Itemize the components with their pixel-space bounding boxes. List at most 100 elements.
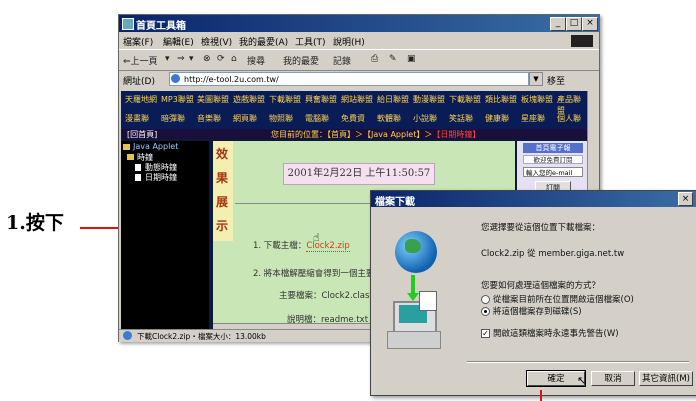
section-title: 效 果 展 示 [213,141,233,241]
open-option-radio[interactable] [481,295,490,304]
nav-link[interactable]: 個人聯 [557,113,581,124]
title-char: 展 [216,195,229,209]
toolbar: ⇐上一頁 ▾ ⇒ ▾ ⊗ ⟳ ⌂ 搜尋 我的最愛 記錄 ⎙ ✎ ▣ [119,49,599,71]
discuss-icon[interactable]: ▣ [407,54,416,64]
home-link[interactable]: [回首頁] [127,129,157,140]
tree-item[interactable]: 日期時鐘 [145,172,177,183]
step-annotation: 1.按下 [6,212,64,234]
stop-icon[interactable]: ⊗ [203,54,211,64]
step-1: 1. 下載主檔：Clock2.zip [253,239,350,252]
address-label: 網址(D) [123,77,155,87]
folder-icon [123,144,130,150]
main-file-label: 主要檔案：Clock2.class [279,291,374,301]
globe-icon [395,231,437,273]
save-option-label[interactable]: 將這個檔案存到磁碟(S) [493,305,582,317]
dialog-title: 檔案下載 [375,197,415,208]
nav-link[interactable]: 漫畫聯 [125,113,149,124]
folder-icon [127,154,134,160]
step-2: 2. 將本檔解壓縮會得到一個主要 [253,269,375,279]
menu-bar: 檔案(F) 編輯(E) 檢視(V) 我的最愛(A) 工具(T) 說明(H) [119,33,599,48]
nav-link[interactable]: 給日聯盟 [377,94,409,105]
nav-link[interactable]: 電腦聯 [305,113,329,124]
warn-checkbox[interactable]: ✓ [481,329,490,338]
nav-link[interactable]: 動漫聯盟 [413,94,445,105]
dialog-divider [467,361,689,363]
nav-link[interactable]: 笑話聯 [449,113,473,124]
nav-link[interactable]: 類比聯盟 [485,94,517,105]
nav-link[interactable]: 星座聯 [521,113,545,124]
minimize-button[interactable]: _ [550,17,566,31]
nav-link[interactable]: 音樂聯 [197,113,221,124]
computer-base-icon [387,331,441,349]
maximize-button[interactable]: □ [566,17,582,31]
nav-link[interactable]: 下載聯盟 [449,94,481,105]
home-icon[interactable]: ⌂ [231,54,237,64]
title-bar: 首頁工具箱 _ □ × [119,15,599,32]
title-char: 示 [216,219,229,233]
back-button[interactable]: ⇐上一頁 [123,54,158,67]
nav-link[interactable]: 小說聯 [413,113,437,124]
nav-link[interactable]: 網頁聯 [233,113,257,124]
close-icon[interactable]: × [678,192,693,206]
nav-link[interactable]: 免費資 [341,113,365,124]
nav-link[interactable]: 板塊聯盟 [521,94,553,105]
folder-tree: Java Applet 時鐘 動態時鐘 日期時鐘 [121,141,209,331]
history-button[interactable]: 記錄 [333,54,351,67]
menu-edit[interactable]: 編輯(E) [163,35,194,48]
nav-link[interactable]: 興奮聯盟 [305,94,337,105]
open-option-label[interactable]: 從檔案目前所在位置開啟這個檔案(O) [493,293,634,305]
back-dropdown-icon[interactable]: ▾ [165,54,170,64]
breadcrumb-path: 您目前的位置：【首頁】＞【Java Applet】＞【日期時鐘】 [271,129,480,140]
nav-link[interactable]: 下載聯盟 [269,94,301,105]
cancel-button[interactable]: 取消 [591,371,635,386]
dialog-title-bar: 檔案下載 × [371,191,696,208]
address-bar: 網址(D) http://e-tool.2u.com.tw/ ▼ 移至 [119,71,599,89]
nav-link[interactable]: 軟體聯 [377,113,401,124]
newsletter-title: 首頁電子報 [523,143,583,153]
warn-checkbox-label[interactable]: 開啟這類檔案時永遠事先警告(W) [493,327,619,339]
nav-link[interactable]: 物照聯 [269,113,293,124]
newsletter-subtitle: 歡迎免費訂閱 [523,155,583,164]
go-button[interactable]: 移至 [547,74,565,87]
nav-link[interactable]: 美圖聯盟 [197,94,229,105]
file-icon [419,291,437,311]
ie-icon [122,18,134,30]
more-info-button[interactable]: 其它資訊(M) [639,371,693,386]
windows-flag-icon [571,35,593,47]
email-field[interactable]: 輸入您的e-mail [523,167,583,177]
title-char: 果 [216,171,229,185]
close-button[interactable]: × [582,17,598,31]
forward-dropdown-icon[interactable]: ▾ [189,54,194,64]
favorites-button[interactable]: 我的最愛 [283,54,319,67]
doc-icon [135,174,141,181]
address-dropdown-icon[interactable]: ▼ [529,72,543,86]
print-icon[interactable]: ⎙ [371,54,378,64]
menu-view[interactable]: 檢視(V) [201,35,232,48]
nav-link[interactable]: 遊戲聯盟 [233,94,265,105]
save-option-radio[interactable] [481,307,490,316]
forward-button[interactable]: ⇒ [177,54,185,64]
ie-icon [123,331,132,340]
menu-file[interactable]: 檔案(F) [123,35,153,48]
nav-link[interactable]: MP3聯盟 [161,94,194,105]
refresh-icon[interactable]: ⟳ [217,54,225,64]
nav-link[interactable]: 暗彈聯 [161,113,185,124]
step-1-text: 1. 下載主檔： [253,241,307,251]
how-question: 您要如何處理這個檔案的方式？ [481,281,601,291]
tree-item[interactable]: Java Applet [133,142,178,151]
edit-icon[interactable]: ✎ [389,54,397,64]
mouse-cursor-icon: ↖ [577,374,587,387]
window-title: 首頁工具箱 [136,21,186,32]
address-input[interactable]: http://e-tool.2u.com.tw/ [169,72,529,86]
search-button[interactable]: 搜尋 [247,54,265,67]
nav-link[interactable]: 天羅地網 [125,94,157,105]
menu-help[interactable]: 說明(H) [333,35,365,48]
breadcrumb: [回首頁] 您目前的位置：【首頁】＞【Java Applet】＞【日期時鐘】 [121,129,587,139]
annotation-pointer-line [540,390,542,401]
menu-favorites[interactable]: 我的最愛(A) [239,35,288,48]
nav-link[interactable]: 網站聯盟 [341,94,373,105]
nav-link[interactable]: 健康聯 [485,113,509,124]
menu-tools[interactable]: 工具(T) [295,35,326,48]
file-source: Clock2.zip 從 member.giga.net.tw [481,249,625,259]
breadcrumb-prefix: 您目前的位置：【首頁】＞【Java Applet】＞ [271,130,433,139]
